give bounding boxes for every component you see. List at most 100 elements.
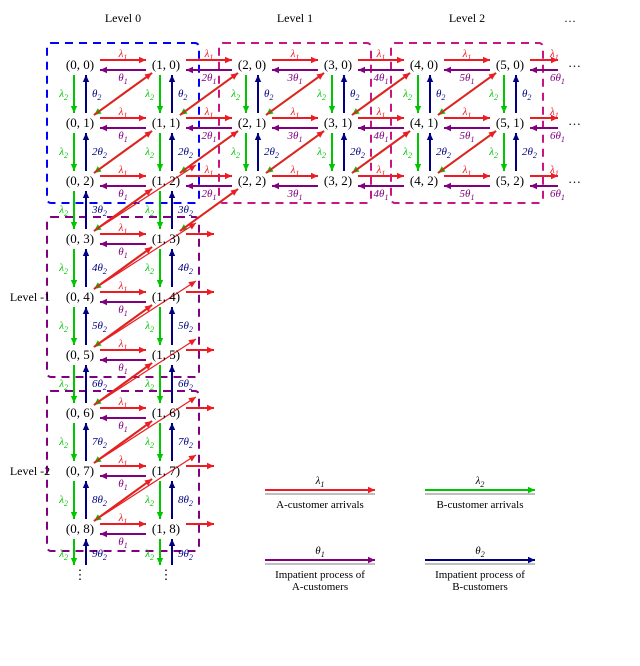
svg-text:λ1: λ1 <box>118 106 128 120</box>
svg-text:(1, 1): (1, 1) <box>152 115 180 130</box>
svg-text:2θ2: 2θ2 <box>436 146 451 160</box>
state-node: (0, 2) <box>66 173 94 188</box>
state-node: (5, 0) <box>496 57 524 72</box>
svg-text:…: … <box>568 113 581 128</box>
svg-text:(4, 2): (4, 2) <box>410 173 438 188</box>
svg-text:λ1: λ1 <box>549 106 559 120</box>
svg-text:λ1: λ1 <box>462 106 472 120</box>
state-node: (0, 8) <box>66 521 94 536</box>
svg-text:3θ2: 3θ2 <box>91 204 107 218</box>
svg-text:λ1: λ1 <box>118 164 128 178</box>
svg-text:2θ2: 2θ2 <box>264 146 279 160</box>
svg-text:⋮: ⋮ <box>74 567 87 582</box>
svg-text:4θ1: 4θ1 <box>374 72 389 86</box>
svg-text:5θ1: 5θ1 <box>460 130 475 144</box>
svg-text:(0, 0): (0, 0) <box>66 57 94 72</box>
svg-text:(0, 2): (0, 2) <box>66 173 94 188</box>
svg-text:λ1: λ1 <box>118 280 128 294</box>
svg-text:λ1: λ1 <box>549 164 559 178</box>
svg-text:(1, 4): (1, 4) <box>152 289 180 304</box>
state-transition-diagram: Level 0Level 1Level 2…Level -1Level -2λ1… <box>0 0 640 666</box>
svg-text:θ2: θ2 <box>522 88 531 102</box>
state-node: (3, 1) <box>324 115 352 130</box>
svg-text:6θ2: 6θ2 <box>178 378 193 392</box>
svg-text:λ2: λ2 <box>144 88 154 102</box>
svg-text:(2, 1): (2, 1) <box>238 115 266 130</box>
svg-text:λ2: λ2 <box>488 146 498 160</box>
svg-text:(5, 0): (5, 0) <box>496 57 524 72</box>
state-node: (1, 2) <box>152 173 180 188</box>
svg-text:θ1: θ1 <box>118 420 127 434</box>
svg-text:(5, 2): (5, 2) <box>496 173 524 188</box>
svg-text:λ1: λ1 <box>118 512 128 526</box>
state-node: (1, 1) <box>152 115 180 130</box>
svg-text:λ2: λ2 <box>144 494 154 508</box>
svg-text:λ1: λ1 <box>290 48 300 62</box>
legend-a-arrivals: A-customer arrivals <box>276 499 364 511</box>
svg-text:8θ2: 8θ2 <box>178 494 193 508</box>
svg-text:Level 1: Level 1 <box>277 11 313 25</box>
svg-text:(4, 1): (4, 1) <box>410 115 438 130</box>
svg-text:θ1: θ1 <box>315 545 324 559</box>
svg-text:2θ2: 2θ2 <box>92 146 107 160</box>
svg-text:5θ2: 5θ2 <box>92 320 107 334</box>
svg-text:(1, 2): (1, 2) <box>152 173 180 188</box>
svg-text:θ2: θ2 <box>436 88 445 102</box>
svg-text:λ2: λ2 <box>144 262 154 276</box>
svg-text:θ1: θ1 <box>118 304 127 318</box>
state-node: (1, 4) <box>152 289 180 304</box>
svg-text:λ2: λ2 <box>144 320 154 334</box>
svg-text:λ1: λ1 <box>462 164 472 178</box>
svg-text:7θ2: 7θ2 <box>178 436 193 450</box>
svg-text:λ2: λ2 <box>58 494 68 508</box>
state-node: (1, 6) <box>152 405 180 420</box>
svg-text:A-customers: A-customers <box>292 581 348 593</box>
svg-text:(0, 4): (0, 4) <box>66 289 94 304</box>
svg-text:θ2: θ2 <box>264 88 273 102</box>
state-node: (3, 0) <box>324 57 352 72</box>
state-node: (4, 1) <box>410 115 438 130</box>
state-node: (1, 5) <box>152 347 180 362</box>
svg-text:…: … <box>564 11 576 25</box>
svg-text:λ1: λ1 <box>549 48 559 62</box>
state-node: (0, 6) <box>66 405 94 420</box>
svg-text:λ2: λ2 <box>230 146 240 160</box>
svg-text:λ1: λ1 <box>204 164 214 178</box>
state-node: (2, 1) <box>238 115 266 130</box>
svg-text:Impatient process of: Impatient process of <box>435 569 525 581</box>
svg-text:(0, 5): (0, 5) <box>66 347 94 362</box>
svg-text:2θ1: 2θ1 <box>202 130 217 144</box>
svg-text:λ2: λ2 <box>144 436 154 450</box>
svg-text:λ2: λ2 <box>58 88 68 102</box>
svg-text:λ2: λ2 <box>230 88 240 102</box>
legend-b-arrivals: B-customer arrivals <box>436 499 523 511</box>
svg-text:λ2: λ2 <box>316 88 326 102</box>
svg-text:(3, 2): (3, 2) <box>324 173 352 188</box>
svg-text:(3, 0): (3, 0) <box>324 57 352 72</box>
svg-text:λ2: λ2 <box>402 88 412 102</box>
state-node: (3, 2) <box>324 173 352 188</box>
svg-text:θ2: θ2 <box>475 545 484 559</box>
state-node: (0, 3) <box>66 231 94 246</box>
svg-text:λ1: λ1 <box>462 48 472 62</box>
state-node: (0, 1) <box>66 115 94 130</box>
svg-text:λ1: λ1 <box>118 338 128 352</box>
svg-text:θ1: θ1 <box>118 536 127 550</box>
svg-text:2θ2: 2θ2 <box>178 146 193 160</box>
state-node: (2, 0) <box>238 57 266 72</box>
svg-text:(1, 5): (1, 5) <box>152 347 180 362</box>
svg-text:λ1: λ1 <box>290 164 300 178</box>
state-node: (1, 3) <box>152 231 180 246</box>
svg-text:λ2: λ2 <box>58 146 68 160</box>
svg-text:λ1: λ1 <box>118 222 128 236</box>
svg-text:Level 0: Level 0 <box>105 11 141 25</box>
svg-text:λ1: λ1 <box>315 475 325 489</box>
svg-text:θ1: θ1 <box>118 246 127 260</box>
svg-text:(0, 3): (0, 3) <box>66 231 94 246</box>
svg-text:λ2: λ2 <box>402 146 412 160</box>
svg-text:λ1: λ1 <box>118 48 128 62</box>
svg-text:λ2: λ2 <box>488 88 498 102</box>
svg-text:(0, 1): (0, 1) <box>66 115 94 130</box>
svg-text:B-customer arrivals: B-customer arrivals <box>436 499 523 511</box>
svg-text:(2, 0): (2, 0) <box>238 57 266 72</box>
